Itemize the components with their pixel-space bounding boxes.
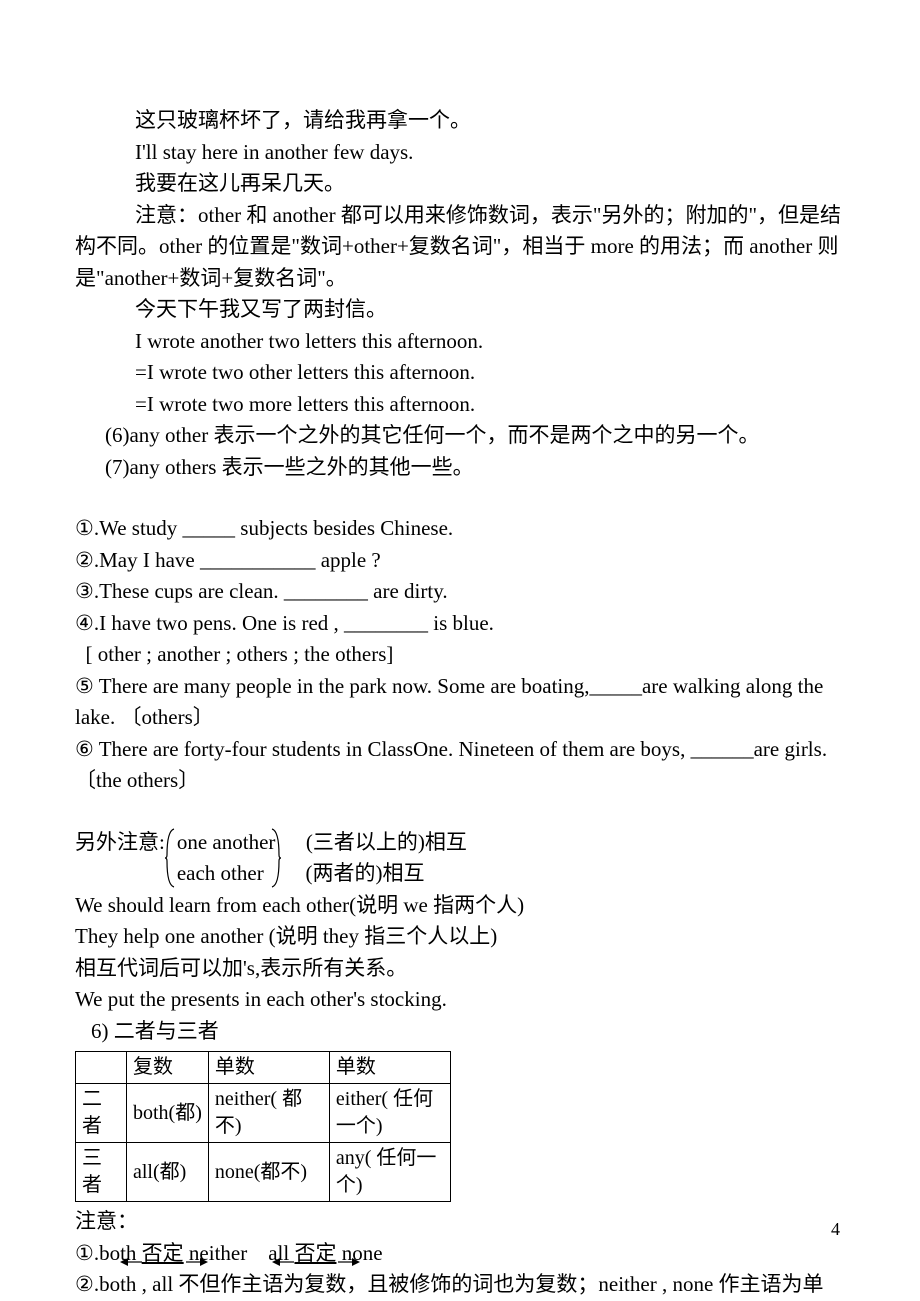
table-cell: all(都) <box>127 1143 209 1202</box>
arrow-icon <box>272 1247 292 1257</box>
body-line: 注意： <box>75 1206 845 1238</box>
bracket-item: one another <box>177 830 276 854</box>
body-line: We should learn from each other(说明 we 指两… <box>75 890 845 922</box>
page-number: 4 <box>831 1219 840 1240</box>
table-header <box>76 1052 127 1084</box>
arrow-icon <box>120 1247 140 1257</box>
table-cell: 三者 <box>76 1143 127 1202</box>
table-header: 单数 <box>329 1052 450 1084</box>
note-bracket-block: 另外注意: one another (三者以上的)相互 each other <box>75 827 845 890</box>
note-prefix: 另外注意: <box>75 827 165 859</box>
table-cell: 二者 <box>76 1084 127 1143</box>
question-line: ③.These cups are clean. ________ are dir… <box>75 576 845 608</box>
body-line: They help one another (说明 they 指三个人以上) <box>75 921 845 953</box>
bracket-item: each other <box>177 861 264 885</box>
body-line: =I wrote two more letters this afternoon… <box>75 389 845 421</box>
arrow-icon <box>338 1247 358 1257</box>
question-options: [ other ; another ; others ; the others] <box>75 639 845 671</box>
body-line: 这只玻璃杯坏了，请给我再拿一个。 <box>75 105 845 137</box>
body-line: ②.both , all 不但作主语为复数，且被修饰的词也为复数；neither… <box>75 1269 845 1301</box>
blank-line <box>75 483 845 513</box>
body-line: I'll stay here in another few days. <box>75 137 845 169</box>
body-line: 相互代词后可以加's,表示所有关系。 <box>75 953 845 985</box>
bracket-desc: (两者的)相互 <box>305 861 424 885</box>
question-line: ⑥ There are forty-four students in Class… <box>75 734 845 797</box>
negation-text: 否定 <box>294 1241 336 1265</box>
body-line: ①.both 否定 neither all 否定 none <box>75 1238 845 1270</box>
body-line: 我要在这儿再呆几天。 <box>75 168 845 200</box>
negation-text: 否定 <box>142 1241 184 1265</box>
body-line: (7)any others 表示一些之外的其他一些。 <box>75 452 845 484</box>
bracket-desc: (三者以上的)相互 <box>306 830 467 854</box>
body-line: I wrote another two letters this afterno… <box>75 326 845 358</box>
table-cell: neither( 都不) <box>208 1084 329 1143</box>
body-line: 今天下午我又写了两封信。 <box>75 294 845 326</box>
table-cell: none(都不) <box>208 1143 329 1202</box>
table-header: 复数 <box>127 1052 209 1084</box>
section-heading: 6) 二者与三者 <box>75 1016 845 1048</box>
bracket-icon <box>165 827 177 889</box>
table-cell: either( 任何一个) <box>329 1084 450 1143</box>
table-cell: any( 任何一个) <box>329 1143 450 1202</box>
table-cell: both(都) <box>127 1084 209 1143</box>
bracket-icon <box>269 865 281 885</box>
table-header: 单数 <box>208 1052 329 1084</box>
body-line: (6)any other 表示一个之外的其它任何一个，而不是两个之中的另一个。 <box>75 420 845 452</box>
blank-line <box>75 797 845 827</box>
two-three-table: 复数 单数 单数 二者 both(都) neither( 都不) either(… <box>75 1051 451 1202</box>
question-line: ②.May I have ___________ apple ? <box>75 545 845 577</box>
body-paragraph: 注意：other 和 another 都可以用来修饰数词，表示"另外的；附加的"… <box>75 200 845 295</box>
arrow-icon <box>186 1247 206 1257</box>
question-line: ⑤ There are many people in the park now.… <box>75 671 845 734</box>
body-line: =I wrote two other letters this afternoo… <box>75 357 845 389</box>
question-line: ④.I have two pens. One is red , ________… <box>75 608 845 640</box>
body-line: We put the presents in each other's stoc… <box>75 984 845 1016</box>
question-line: ①.We study _____ subjects besides Chines… <box>75 513 845 545</box>
